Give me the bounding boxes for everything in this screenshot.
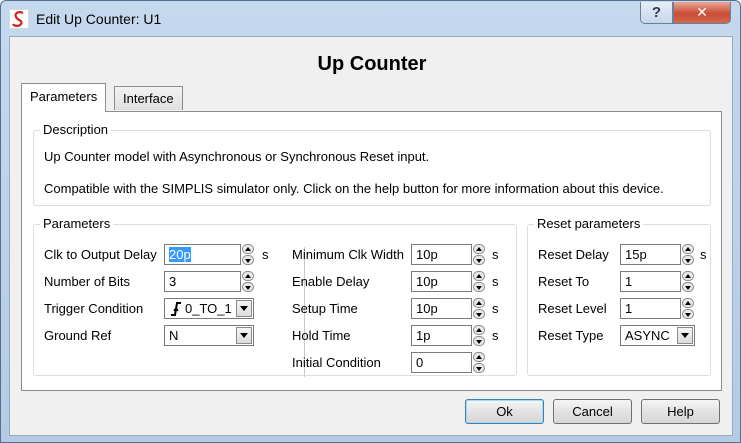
description-line-2: Compatible with the SIMPLIS simulator on… [44, 181, 664, 196]
reset-to-spinner[interactable] [682, 271, 694, 292]
setup-time-spinner[interactable] [473, 298, 485, 319]
reset-level-input[interactable]: 1 [620, 298, 681, 319]
minimum-clk-width-value: 10p [416, 247, 438, 262]
parameters-group: Parameters Clk to Output Delay 20p s Num… [33, 216, 517, 377]
chevron-down-icon[interactable] [236, 300, 252, 317]
simetrix-logo-icon [9, 9, 29, 29]
title-bar[interactable]: Edit Up Counter: U1 ? ✕ [1, 1, 740, 36]
hold-time-label: Hold Time [292, 328, 351, 343]
enable-delay-input[interactable]: 10p [411, 271, 472, 292]
chevron-down-icon[interactable] [677, 327, 693, 344]
reset-delay-unit: s [700, 247, 707, 262]
number-of-bits-input[interactable]: 3 [164, 271, 241, 292]
reset-level-value: 1 [625, 301, 633, 316]
titlebar-close-button[interactable]: ✕ [673, 2, 731, 24]
number-of-bits-label: Number of Bits [44, 274, 130, 289]
trigger-condition-label: Trigger Condition [44, 301, 144, 316]
initial-condition-input[interactable]: 0 [411, 352, 472, 373]
cancel-button[interactable]: Cancel [553, 399, 632, 424]
chevron-down-icon[interactable] [236, 327, 252, 344]
minimum-clk-width-input[interactable]: 10p [411, 244, 472, 265]
hold-time-value: 1p [416, 328, 431, 343]
initial-condition-label: Initial Condition [292, 355, 381, 370]
reset-parameters-group: Reset parameters Reset Delay 15p s Reset… [527, 216, 711, 376]
initial-condition-value: 0 [416, 355, 424, 370]
hold-time-input[interactable]: 1p [411, 325, 472, 346]
hold-time-unit: s [492, 328, 499, 343]
minimum-clk-width-unit: s [492, 247, 499, 262]
ground-ref-label: Ground Ref [44, 328, 112, 343]
parameters-group-title: Parameters [40, 216, 114, 231]
initial-condition-spinner[interactable] [473, 352, 485, 373]
ok-button[interactable]: Ok [465, 399, 544, 424]
reset-level-label: Reset Level [538, 301, 607, 316]
dialog-window: Edit Up Counter: U1 ? ✕ Up Counter Param… [0, 0, 741, 443]
tab-interface[interactable]: Interface [114, 86, 183, 110]
description-group: Description Up Counter model with Asynch… [33, 122, 711, 206]
reset-type-select[interactable]: ASYNC [620, 325, 695, 346]
reset-to-input[interactable]: 1 [620, 271, 681, 292]
dialog-client-area: Up Counter Parameters Interface Descript… [9, 36, 733, 436]
reset-type-label: Reset Type [538, 328, 604, 343]
setup-time-value: 10p [416, 301, 438, 316]
enable-delay-unit: s [492, 274, 499, 289]
reset-to-value: 1 [625, 274, 633, 289]
trigger-condition-value: 0_TO_1 [185, 301, 232, 316]
reset-type-value: ASYNC [625, 328, 670, 343]
close-icon: ✕ [696, 4, 708, 20]
number-of-bits-spinner[interactable] [242, 271, 254, 292]
reset-delay-spinner[interactable] [682, 244, 694, 265]
parameters-tab-panel: Description Up Counter model with Asynch… [21, 111, 722, 391]
titlebar-help-button[interactable]: ? [640, 2, 673, 24]
reset-to-label: Reset To [538, 274, 590, 289]
window-title: Edit Up Counter: U1 [36, 11, 162, 27]
minimum-clk-width-spinner[interactable] [473, 244, 485, 265]
clk-to-output-delay-unit: s [262, 247, 269, 262]
number-of-bits-value: 3 [169, 274, 177, 289]
help-button[interactable]: Help [641, 399, 720, 424]
description-group-title: Description [40, 122, 112, 137]
enable-delay-label: Enable Delay [292, 274, 370, 289]
setup-time-input[interactable]: 10p [411, 298, 472, 319]
page-title: Up Counter [317, 53, 427, 75]
clk-to-output-delay-spinner[interactable] [242, 244, 254, 265]
rising-edge-icon [170, 300, 182, 320]
ground-ref-select[interactable]: N [164, 325, 254, 346]
enable-delay-spinner[interactable] [473, 271, 485, 292]
clk-to-output-delay-label: Clk to Output Delay [44, 247, 157, 262]
ground-ref-value: N [169, 328, 179, 343]
minimum-clk-width-label: Minimum Clk Width [292, 247, 404, 262]
question-mark-icon: ? [651, 4, 662, 21]
tab-parameters[interactable]: Parameters [21, 83, 107, 112]
reset-delay-label: Reset Delay [538, 247, 609, 262]
reset-delay-input[interactable]: 15p [620, 244, 681, 265]
reset-parameters-group-title: Reset parameters [534, 216, 644, 231]
setup-time-unit: s [492, 301, 499, 316]
enable-delay-value: 10p [416, 274, 438, 289]
clk-to-output-delay-value: 20p [169, 247, 191, 262]
description-line-1: Up Counter model with Asynchronous or Sy… [44, 149, 430, 164]
hold-time-spinner[interactable] [473, 325, 485, 346]
clk-to-output-delay-input[interactable]: 20p [164, 244, 241, 265]
reset-delay-value: 15p [625, 247, 647, 262]
setup-time-label: Setup Time [292, 301, 358, 316]
trigger-condition-select[interactable]: 0_TO_1 [164, 298, 254, 319]
reset-level-spinner[interactable] [682, 298, 694, 319]
